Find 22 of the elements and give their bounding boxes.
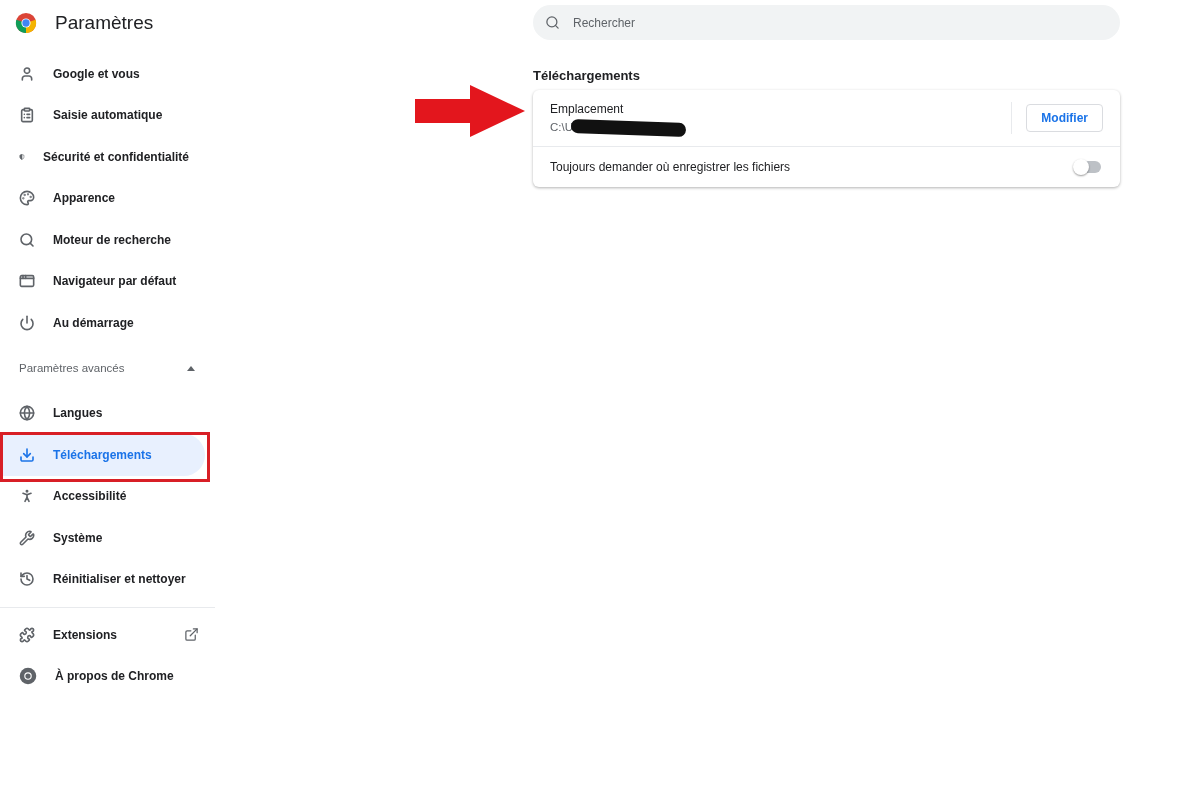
sidebar-item[interactable]: Sécurité et confidentialité (0, 136, 205, 178)
setting-label: Toujours demander où enregistrer les fichiers (550, 159, 792, 176)
sidebar-item[interactable]: Moteur de recherche (0, 219, 205, 261)
sidebar-item[interactable]: Navigateur par défaut (0, 260, 205, 302)
sidebar-item[interactable]: À propos de Chrome (0, 655, 215, 697)
sidebar-item[interactable]: Accessibilité (0, 475, 205, 517)
location-path: C:\U (550, 119, 573, 135)
sidebar-item[interactable]: Réinitialiser et nettoyer (0, 558, 205, 600)
sidebar-item[interactable]: Apparence (0, 177, 205, 219)
section-title: Téléchargements (533, 67, 641, 85)
sidebar-item[interactable]: Téléchargements (0, 434, 205, 476)
modify-button[interactable]: Modifier (1026, 104, 1103, 132)
sidebar-item[interactable]: Langues (0, 392, 205, 434)
sidebar-item[interactable]: Extensions (0, 614, 215, 656)
sidebar-item[interactable]: Système (0, 517, 205, 559)
sidebar-item[interactable]: Saisie automatique (0, 94, 205, 136)
page-title: Paramètres (55, 10, 154, 35)
sidebar-item[interactable]: Google et vous (0, 53, 205, 95)
search-field[interactable]: Rechercher (533, 5, 1120, 40)
location-label: Emplacement (550, 100, 625, 118)
section-label: Paramètres avancés (19, 360, 125, 376)
sidebar-item[interactable]: Au démarrage (0, 302, 205, 344)
